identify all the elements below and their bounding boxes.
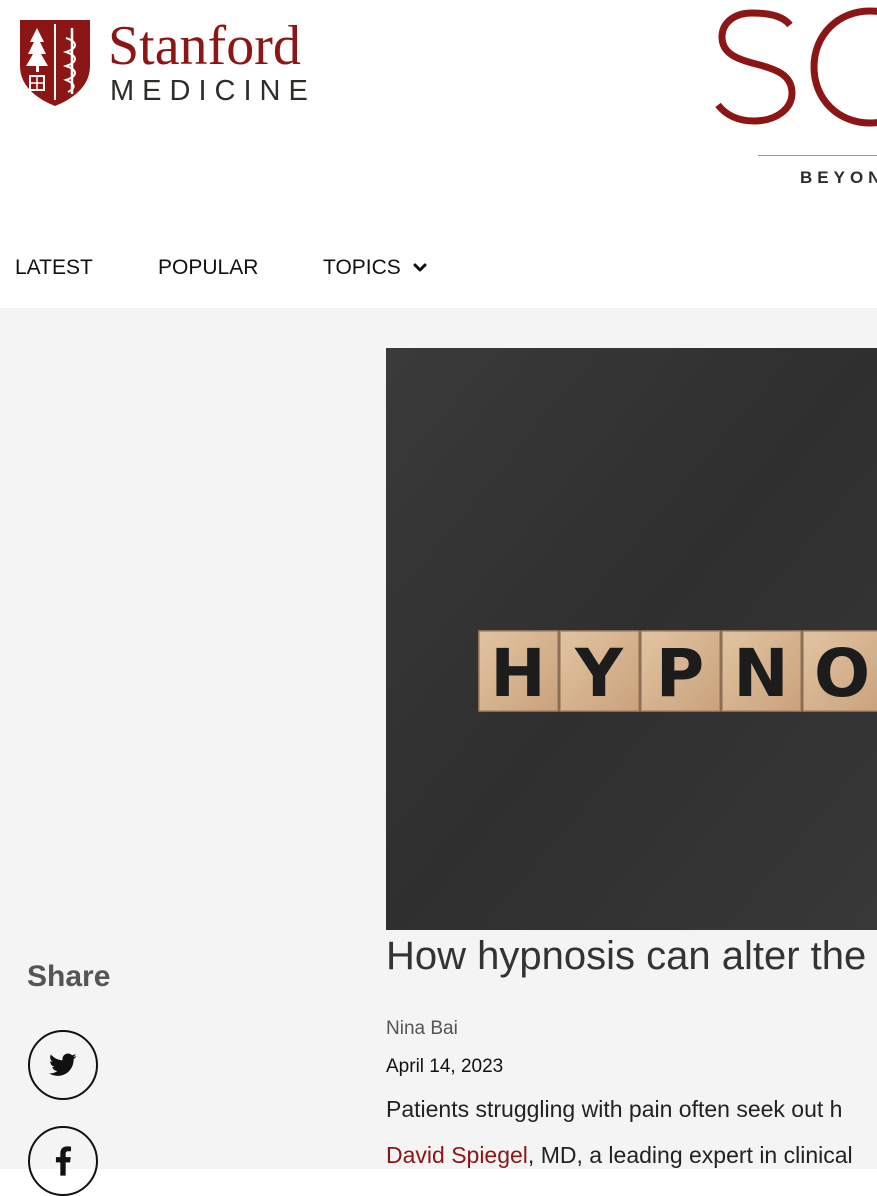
logo-name: Stanford <box>108 15 301 77</box>
facebook-icon <box>55 1146 71 1176</box>
article-paragraph-2: David Spiegel, MD, a leading expert in c… <box>386 1142 853 1169</box>
paragraph-text: , MD, a leading expert in clinical <box>527 1142 853 1168</box>
logo-subtitle: MEDICINE <box>110 75 316 107</box>
hero-letter: N <box>733 635 788 712</box>
author-link-david-spiegel[interactable]: David Spiegel <box>386 1142 528 1168</box>
brand-divider <box>758 155 877 156</box>
hero-letter: P <box>656 635 704 712</box>
article-area: H Y P N O Share How hypnosis can alter t… <box>0 308 877 1196</box>
twitter-share-button[interactable] <box>28 1030 98 1100</box>
main-nav: LATEST POPULAR TOPICS <box>0 215 877 308</box>
hero-letter: O <box>814 635 870 712</box>
nav-item-label: TOPICS <box>323 256 401 279</box>
share-label: Share <box>27 960 111 993</box>
article-author[interactable]: Nina Bai <box>386 1018 458 1040</box>
facebook-share-button[interactable] <box>28 1126 98 1196</box>
hero-letter: Y <box>574 635 624 712</box>
hero-letter: H <box>490 635 545 712</box>
stanford-shield-icon <box>20 20 90 106</box>
nav-item-label: LATEST <box>15 256 93 279</box>
article-paragraph-1: Patients struggling with pain often seek… <box>386 1096 843 1122</box>
brand-wordmark-icon[interactable] <box>712 0 877 135</box>
article-title: How hypnosis can alter the <box>386 934 867 978</box>
twitter-icon <box>49 1053 77 1076</box>
stanford-medicine-logo[interactable]: Stanford MEDICINE <box>18 18 316 106</box>
chevron-down-icon <box>413 263 427 272</box>
hero-image: H Y P N O <box>386 348 877 930</box>
nav-item-topics[interactable]: TOPICS <box>323 256 427 280</box>
nav-item-popular[interactable]: POPULAR <box>158 256 258 280</box>
article-date: April 14, 2023 <box>386 1056 504 1077</box>
nav-item-label: POPULAR <box>158 256 259 279</box>
brand-tagline: BEYON <box>800 168 877 187</box>
nav-item-latest[interactable]: LATEST <box>15 256 93 280</box>
site-header: Stanford MEDICINE BEYON <box>0 0 877 215</box>
